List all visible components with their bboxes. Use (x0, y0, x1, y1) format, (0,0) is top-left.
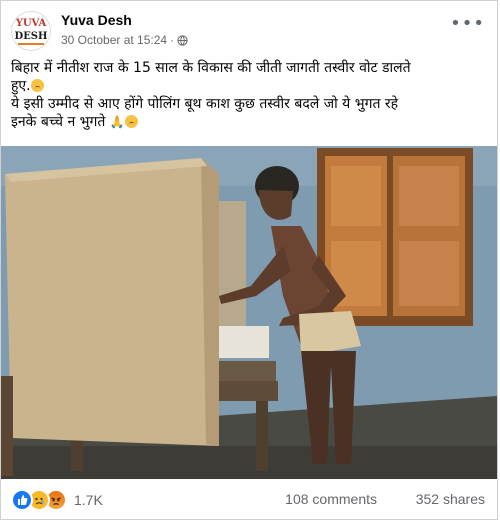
post-text-line-1: बिहार में नीतीश राज के 15 साल के विकास क… (11, 60, 411, 76)
avatar-logo-text-2: DESH (14, 31, 48, 42)
sad-emoji-icon (30, 79, 44, 92)
like-icon (11, 489, 33, 511)
post-text-line-2: हुए. (11, 78, 31, 94)
reaction-count: 1.7K (74, 492, 103, 508)
reactions-summary[interactable]: 1.7K (11, 489, 103, 511)
comments-count-link[interactable]: 108 comments (285, 491, 377, 507)
shares-count-link[interactable]: 352 shares (416, 491, 485, 507)
post-footer: 1.7K 108 comments 352 shares (1, 481, 497, 519)
meta-separator: · (170, 33, 175, 47)
polling-booth-photo (1, 146, 497, 479)
post-meta: 30 October at 15:24 · (61, 33, 188, 47)
avatar[interactable]: YUVA DESH (11, 11, 51, 51)
folded-hands-emoji-icon: 🙏 (109, 115, 125, 129)
crying-emoji-icon (124, 115, 138, 128)
more-options-icon[interactable]: ••• (450, 15, 485, 33)
globe-icon[interactable] (177, 34, 188, 46)
post-message: बिहार में नीतीश राज के 15 साल के विकास क… (11, 59, 481, 131)
avatar-logo-text-1: YUVA (15, 18, 47, 29)
author-name[interactable]: Yuva Desh (61, 12, 132, 28)
post-timestamp[interactable]: 30 October at 15:24 (61, 33, 167, 47)
facebook-post: YUVA DESH Yuva Desh 30 October at 15:24 … (0, 0, 498, 520)
post-text-line-4: इनके बच्चे न भुगते (11, 114, 106, 130)
post-text-line-3: ये इसी उम्मीद से आए होंगे पोलिंग बूथ काश… (11, 96, 399, 112)
post-header: YUVA DESH Yuva Desh 30 October at 15:24 … (11, 9, 489, 53)
avatar-logo-stripe (18, 43, 44, 45)
post-photo[interactable] (1, 146, 497, 479)
